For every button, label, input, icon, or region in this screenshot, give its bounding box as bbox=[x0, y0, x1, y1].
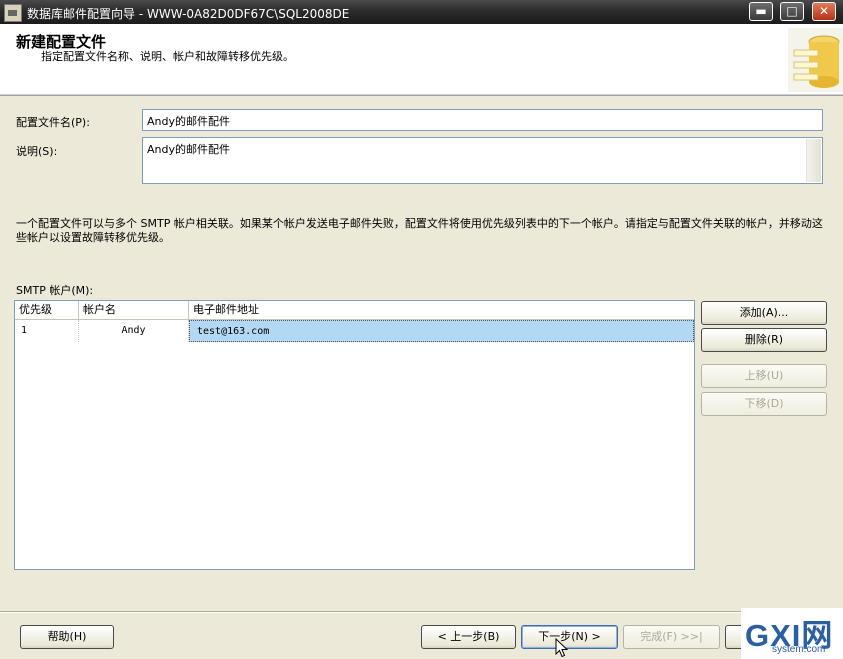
header-divider bbox=[0, 94, 843, 95]
description-input[interactable]: Andy的邮件配件 bbox=[142, 137, 823, 184]
footer-divider bbox=[0, 611, 843, 613]
profile-name-input[interactable]: Andy的邮件配件 bbox=[142, 109, 823, 131]
profile-name-label: 配置文件名(P): bbox=[16, 116, 90, 129]
maximize-button[interactable]: □ bbox=[780, 2, 804, 21]
wizard-header: 新建配置文件 指定配置文件名称、说明、帐户和故障转移优先级。 bbox=[0, 24, 843, 96]
remove-account-button[interactable]: 删除(R) bbox=[701, 328, 827, 352]
finish-button[interactable]: 完成(F) >>| bbox=[623, 625, 720, 649]
move-up-button[interactable]: 上移(U) bbox=[701, 364, 827, 388]
page-subtitle: 指定配置文件名称、说明、帐户和故障转移优先级。 bbox=[41, 50, 294, 63]
help-button[interactable]: 帮助(H) bbox=[20, 625, 114, 649]
maximize-icon: □ bbox=[786, 4, 798, 18]
smtp-accounts-grid[interactable]: 优先级 帐户名 电子邮件地址 1 Andy test@163.com bbox=[14, 300, 695, 570]
description-scrollbar[interactable] bbox=[806, 139, 821, 182]
description-label: 说明(S): bbox=[16, 145, 58, 158]
column-header-account[interactable]: 帐户名 bbox=[79, 301, 189, 319]
info-text: 一个配置文件可以与多个 SMTP 帐户相关联。如果某个帐户发送电子邮件失败，配置… bbox=[16, 217, 823, 244]
database-mail-icon bbox=[788, 28, 843, 92]
add-account-button[interactable]: 添加(A)... bbox=[701, 301, 827, 325]
column-header-email[interactable]: 电子邮件地址 bbox=[189, 301, 694, 319]
site-watermark: GXI网 system.com bbox=[741, 608, 843, 659]
close-button[interactable]: ✕ bbox=[812, 2, 836, 21]
grid-header: 优先级 帐户名 电子邮件地址 bbox=[15, 301, 694, 320]
move-down-button[interactable]: 下移(D) bbox=[701, 392, 827, 416]
window-title: 数据库邮件配置向导 - WWW-0A82D0DF67C\SQL2008DE bbox=[27, 7, 350, 21]
smtp-accounts-label: SMTP 帐户(M): bbox=[16, 284, 94, 297]
table-row[interactable]: 1 Andy test@163.com bbox=[15, 320, 694, 342]
app-icon bbox=[4, 4, 22, 22]
cell-priority: 1 bbox=[15, 320, 79, 342]
mouse-cursor-icon bbox=[555, 638, 569, 658]
cell-email: test@163.com bbox=[189, 320, 694, 342]
title-bar[interactable]: 数据库邮件配置向导 - WWW-0A82D0DF67C\SQL2008DE ▬ … bbox=[0, 0, 843, 24]
description-text: Andy的邮件配件 bbox=[147, 143, 230, 156]
minimize-icon: ▬ bbox=[755, 4, 767, 18]
minimize-button[interactable]: ▬ bbox=[749, 2, 773, 21]
cell-account: Andy bbox=[79, 320, 189, 342]
column-header-priority[interactable]: 优先级 bbox=[15, 301, 79, 319]
back-button[interactable]: < 上一步(B) bbox=[421, 625, 516, 649]
watermark-domain-text: system.com bbox=[772, 644, 826, 655]
next-button[interactable]: 下一步(N) > bbox=[521, 625, 618, 649]
close-icon: ✕ bbox=[818, 4, 830, 18]
